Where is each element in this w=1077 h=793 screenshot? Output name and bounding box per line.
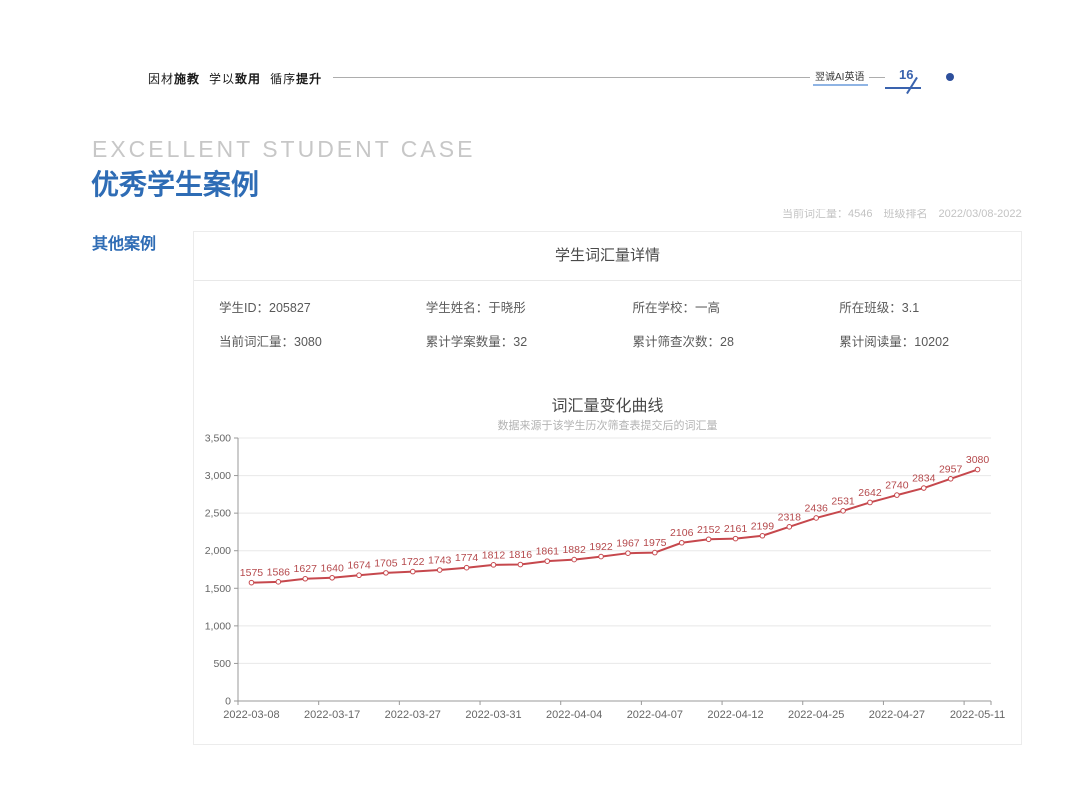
svg-text:2436: 2436 — [805, 502, 829, 514]
svg-text:2022-04-07: 2022-04-07 — [627, 709, 683, 721]
info-screening-count: 累计筛查次数：28 — [608, 325, 815, 359]
svg-text:1861: 1861 — [536, 546, 560, 558]
info-student-id: 学生ID：205827 — [194, 291, 401, 325]
svg-text:2022-05-11: 2022-05-11 — [950, 709, 1005, 721]
svg-text:1812: 1812 — [482, 549, 506, 561]
brand-logo-text: 翌诚AI英语 — [815, 68, 864, 83]
svg-text:1882: 1882 — [562, 544, 586, 556]
svg-text:2022-04-27: 2022-04-27 — [869, 709, 925, 721]
svg-text:3,500: 3,500 — [205, 433, 231, 445]
svg-text:1975: 1975 — [643, 537, 667, 549]
svg-text:1967: 1967 — [616, 538, 640, 550]
svg-text:2022-03-17: 2022-03-17 — [304, 709, 360, 721]
svg-text:2642: 2642 — [858, 487, 882, 499]
svg-text:2834: 2834 — [912, 473, 936, 485]
svg-text:2,000: 2,000 — [205, 545, 231, 557]
svg-text:1922: 1922 — [589, 541, 613, 553]
header-slogan: 因材施教学以致用循序提升 — [148, 70, 322, 87]
svg-text:2022-04-25: 2022-04-25 — [788, 709, 844, 721]
svg-text:2022-04-04: 2022-04-04 — [546, 709, 602, 721]
svg-text:1743: 1743 — [428, 555, 452, 567]
svg-text:2022-04-12: 2022-04-12 — [707, 709, 763, 721]
svg-text:2152: 2152 — [697, 524, 721, 536]
slogan-part: 致用 — [235, 72, 261, 86]
info-student-name: 学生姓名：于晓彤 — [401, 291, 608, 325]
section-title-en: EXCELLENT STUDENT CASE — [92, 136, 475, 163]
svg-text:2957: 2957 — [939, 463, 963, 475]
info-reading-volume: 累计阅读量：10202 — [814, 325, 1021, 359]
svg-text:2161: 2161 — [724, 523, 748, 535]
chart-title: 词汇量变化曲线 — [194, 392, 1021, 416]
slogan-part: 提升 — [296, 72, 322, 86]
svg-text:1627: 1627 — [294, 563, 318, 575]
page-number: 16 — [899, 67, 913, 82]
svg-text:2022-03-08: 2022-03-08 — [223, 709, 279, 721]
student-vocabulary-card: 学生词汇量详情 学生ID：205827 学生姓名：于晓彤 所在学校：一高 所在班… — [193, 231, 1022, 745]
svg-text:1705: 1705 — [374, 557, 398, 569]
svg-text:2740: 2740 — [885, 480, 909, 492]
brand-underline — [813, 84, 868, 86]
svg-text:1,500: 1,500 — [205, 583, 231, 595]
card-title: 学生词汇量详情 — [194, 232, 1021, 281]
svg-text:2106: 2106 — [670, 527, 694, 539]
svg-text:3080: 3080 — [966, 454, 990, 466]
svg-text:1774: 1774 — [455, 552, 479, 564]
info-school: 所在学校：一高 — [608, 291, 815, 325]
slogan-part: 学以 — [209, 72, 235, 86]
subsection-label: 其他案例 — [92, 230, 156, 254]
slogan-part: 循序 — [270, 72, 296, 86]
svg-text:1816: 1816 — [509, 549, 533, 561]
svg-text:1,000: 1,000 — [205, 620, 231, 632]
svg-text:3,000: 3,000 — [205, 470, 231, 482]
info-class: 所在班级：3.1 — [814, 291, 1021, 325]
svg-text:2199: 2199 — [751, 520, 775, 532]
svg-text:2022-03-31: 2022-03-31 — [465, 709, 521, 721]
svg-text:0: 0 — [225, 696, 231, 708]
page-title: 优秀学生案例 — [91, 163, 259, 203]
student-info-grid: 学生ID：205827 学生姓名：于晓彤 所在学校：一高 所在班级：3.1 当前… — [194, 281, 1021, 365]
svg-text:2531: 2531 — [831, 495, 855, 507]
slogan-part: 因材 — [148, 72, 174, 86]
svg-text:2022-03-27: 2022-03-27 — [385, 709, 441, 721]
svg-text:1586: 1586 — [267, 566, 291, 578]
header-divider-line — [333, 77, 810, 78]
svg-text:1640: 1640 — [320, 562, 344, 574]
brand-dash-line — [869, 77, 885, 78]
vocabulary-line-chart: 0 500 1,000 1,500 2,000 2,500 3,000 3,500 2022-0… — [194, 429, 1023, 741]
svg-text:2318: 2318 — [778, 511, 802, 523]
svg-text:500: 500 — [213, 658, 231, 670]
svg-text:2,500: 2,500 — [205, 508, 231, 520]
clipped-stats-text: 当前词汇量：4546 班级排名 2022/03/08-2022/05/11 — [782, 209, 1022, 222]
svg-text:1575: 1575 — [240, 567, 264, 579]
svg-text:1722: 1722 — [401, 556, 425, 568]
header-dot-icon — [946, 73, 954, 81]
slogan-part: 施教 — [174, 72, 200, 86]
svg-text:1674: 1674 — [347, 560, 371, 572]
page-number-underline — [885, 87, 921, 89]
info-current-vocabulary: 当前词汇量：3080 — [194, 325, 401, 359]
info-lesson-count: 累计学案数量：32 — [401, 325, 608, 359]
